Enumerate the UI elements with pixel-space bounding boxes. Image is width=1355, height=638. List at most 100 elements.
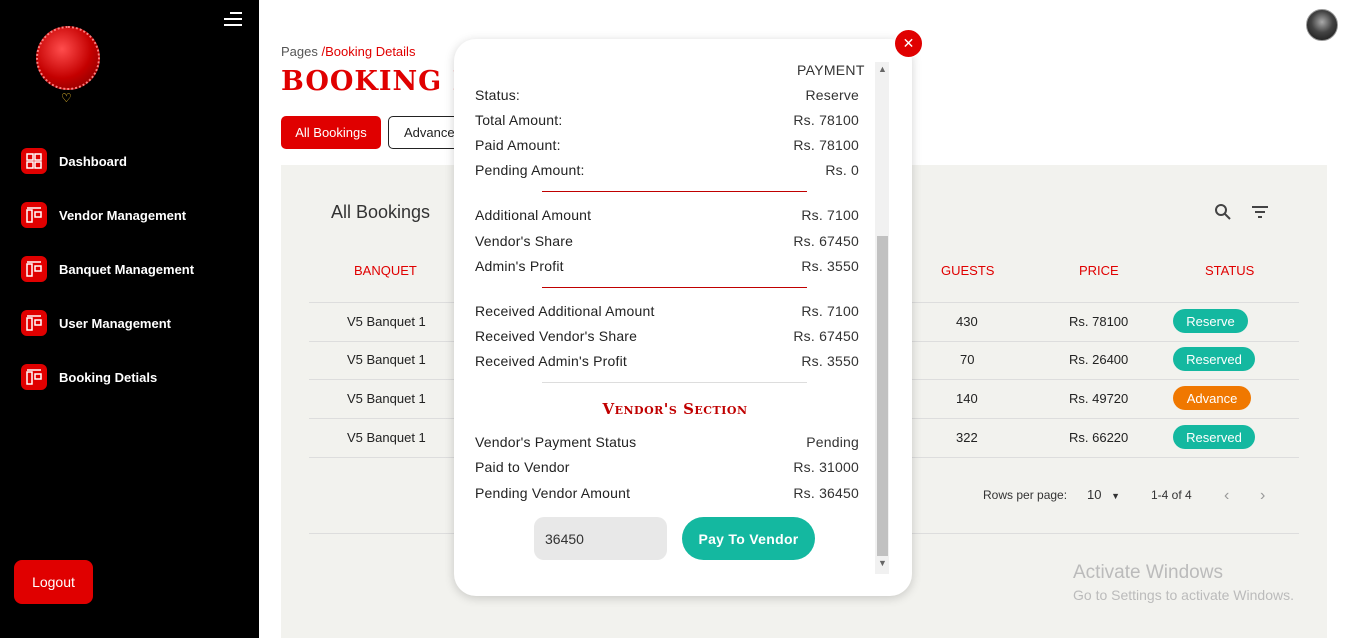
- status-badge[interactable]: Reserved: [1173, 425, 1255, 449]
- column-header-guests[interactable]: GUESTS: [941, 263, 994, 278]
- sidebar-item-user-management[interactable]: User Management: [21, 310, 194, 336]
- table-cell-banquet: V5 Banquet 1: [347, 391, 426, 406]
- logout-button[interactable]: Logout: [14, 560, 93, 604]
- banquet-icon: [21, 256, 47, 282]
- tab-all-bookings[interactable]: All Bookings: [281, 116, 381, 149]
- status-badge[interactable]: Reserve: [1173, 309, 1248, 333]
- table-cell-guests: 70: [960, 352, 975, 367]
- filter-icon[interactable]: [1251, 204, 1269, 220]
- detail-value: Rs. 3550: [801, 258, 859, 274]
- detail-value: Rs. 67450: [793, 328, 859, 344]
- detail-key: Total Amount:: [475, 112, 563, 128]
- detail-key: Pending Amount:: [475, 162, 585, 178]
- detail-key: Admin's Profit: [475, 258, 564, 274]
- table-cell-banquet: V5 Banquet 1: [347, 352, 426, 367]
- sidebar-item-label: Banquet Management: [59, 261, 195, 277]
- detail-value: Reserve: [805, 87, 859, 103]
- detail-value: Rs. 31000: [793, 459, 859, 475]
- detail-row: Vendor's Payment Status Pending: [475, 434, 859, 450]
- chevron-right-icon[interactable]: ›: [1260, 487, 1265, 505]
- detail-key: Received Additional Amount: [475, 303, 655, 319]
- section-divider: [542, 382, 807, 383]
- detail-row: Received Additional Amount Rs. 7100: [475, 303, 859, 319]
- rows-per-page-select[interactable]: 10 ▼: [1087, 487, 1120, 502]
- status-badge[interactable]: Reserved: [1173, 347, 1255, 371]
- sidebar: ♡ Dashboard Vendor Management Banquet Ma…: [0, 0, 259, 638]
- scroll-up-icon[interactable]: ▲: [878, 64, 887, 74]
- breadcrumb-root[interactable]: Pages: [281, 44, 318, 59]
- sidebar-item-banquet-management[interactable]: Banquet Management: [21, 256, 194, 282]
- chevron-left-icon[interactable]: ‹: [1224, 487, 1229, 505]
- avatar[interactable]: [1306, 9, 1338, 41]
- detail-key: Received Vendor's Share: [475, 328, 638, 344]
- rows-per-page-label: Rows per page:: [983, 488, 1068, 502]
- detail-value: Rs. 7100: [801, 303, 859, 319]
- vendor-section-title: Vendor's Section: [602, 400, 748, 418]
- table-cell-guests: 322: [956, 430, 978, 445]
- activate-windows-subtitle: Go to Settings to activate Windows.: [1073, 587, 1294, 603]
- scroll-down-icon[interactable]: ▼: [878, 558, 887, 568]
- table-cell-guests: 140: [956, 391, 978, 406]
- detail-row: Received Admin's Profit Rs. 3550: [475, 353, 859, 369]
- detail-value: Rs. 67450: [793, 233, 859, 249]
- detail-value: Rs. 36450: [793, 485, 859, 501]
- detail-value: Rs. 78100: [793, 112, 859, 128]
- sidebar-item-label: User Management: [59, 315, 171, 331]
- detail-key: Vendor's Share: [475, 233, 574, 249]
- detail-row: Status: Reserve: [475, 87, 859, 103]
- table-cell-price: Rs. 78100: [1069, 314, 1129, 329]
- sidebar-item-label: Booking Detials: [59, 369, 158, 385]
- detail-value: Rs. 3550: [801, 353, 859, 369]
- sidebar-item-label: Vendor Management: [59, 207, 187, 223]
- table-cell-banquet: V5 Banquet 1: [347, 430, 426, 445]
- detail-row: Pending Amount: Rs. 0: [475, 162, 859, 178]
- search-icon[interactable]: [1214, 203, 1232, 221]
- detail-row: Paid to Vendor Rs. 31000: [475, 459, 859, 475]
- breadcrumb: Pages /Booking Details: [281, 44, 415, 59]
- users-icon: [21, 310, 47, 336]
- detail-key: Additional Amount: [475, 207, 592, 223]
- heart-icon: ♡: [61, 91, 72, 105]
- table-cell-banquet: V5 Banquet 1: [347, 314, 426, 329]
- detail-row: Vendor's Share Rs. 67450: [475, 233, 859, 249]
- pay-to-vendor-button[interactable]: Pay To Vendor: [682, 517, 815, 560]
- sidebar-item-vendor-management[interactable]: Vendor Management: [21, 202, 194, 228]
- panel-title: All Bookings: [331, 202, 431, 222]
- section-divider: [542, 191, 807, 192]
- sidebar-item-dashboard[interactable]: Dashboard: [21, 148, 194, 174]
- status-badge[interactable]: Advance: [1173, 386, 1251, 410]
- column-header-status[interactable]: STATUS: [1205, 263, 1254, 278]
- scrollbar-thumb[interactable]: [877, 236, 888, 556]
- chevron-down-icon: ▼: [1111, 491, 1121, 501]
- detail-key: Paid Amount:: [475, 137, 561, 153]
- column-header-price[interactable]: PRICE: [1079, 263, 1119, 278]
- table-cell-guests: 430: [956, 314, 978, 329]
- detail-key: Paid to Vendor: [475, 459, 570, 475]
- detail-row: Pending Vendor Amount Rs. 36450: [475, 485, 859, 501]
- menu-toggle-icon[interactable]: [224, 12, 242, 28]
- detail-row: Received Vendor's Share Rs. 67450: [475, 328, 859, 344]
- table-cell-price: Rs. 49720: [1069, 391, 1129, 406]
- detail-key: Status:: [475, 87, 520, 103]
- vendor-icon: [21, 202, 47, 228]
- sidebar-nav: Dashboard Vendor Management Banquet Mana…: [21, 148, 194, 418]
- detail-row: Additional Amount Rs. 7100: [475, 207, 859, 223]
- payment-heading: PAYMENT: [797, 62, 865, 78]
- detail-key: Vendor's Payment Status: [475, 434, 637, 450]
- detail-row: Admin's Profit Rs. 3550: [475, 258, 859, 274]
- close-icon[interactable]: ✕: [894, 29, 923, 58]
- detail-value: Rs. 7100: [801, 207, 859, 223]
- rows-per-page-value: 10: [1087, 487, 1102, 502]
- detail-key: Pending Vendor Amount: [475, 485, 631, 501]
- detail-row: Paid Amount: Rs. 78100: [475, 137, 859, 153]
- vendor-amount-input[interactable]: [534, 517, 667, 560]
- sidebar-item-booking-details[interactable]: Booking Detials: [21, 364, 194, 390]
- detail-key: Received Admin's Profit: [475, 353, 628, 369]
- brand-logo: [36, 26, 100, 90]
- section-divider: [542, 287, 807, 288]
- pagination-range: 1-4 of 4: [1151, 488, 1192, 502]
- detail-value: Rs. 78100: [793, 137, 859, 153]
- activate-windows-title: Activate Windows: [1073, 562, 1223, 583]
- column-header-banquet[interactable]: BANQUET: [354, 263, 417, 278]
- detail-row: Total Amount: Rs. 78100: [475, 112, 859, 128]
